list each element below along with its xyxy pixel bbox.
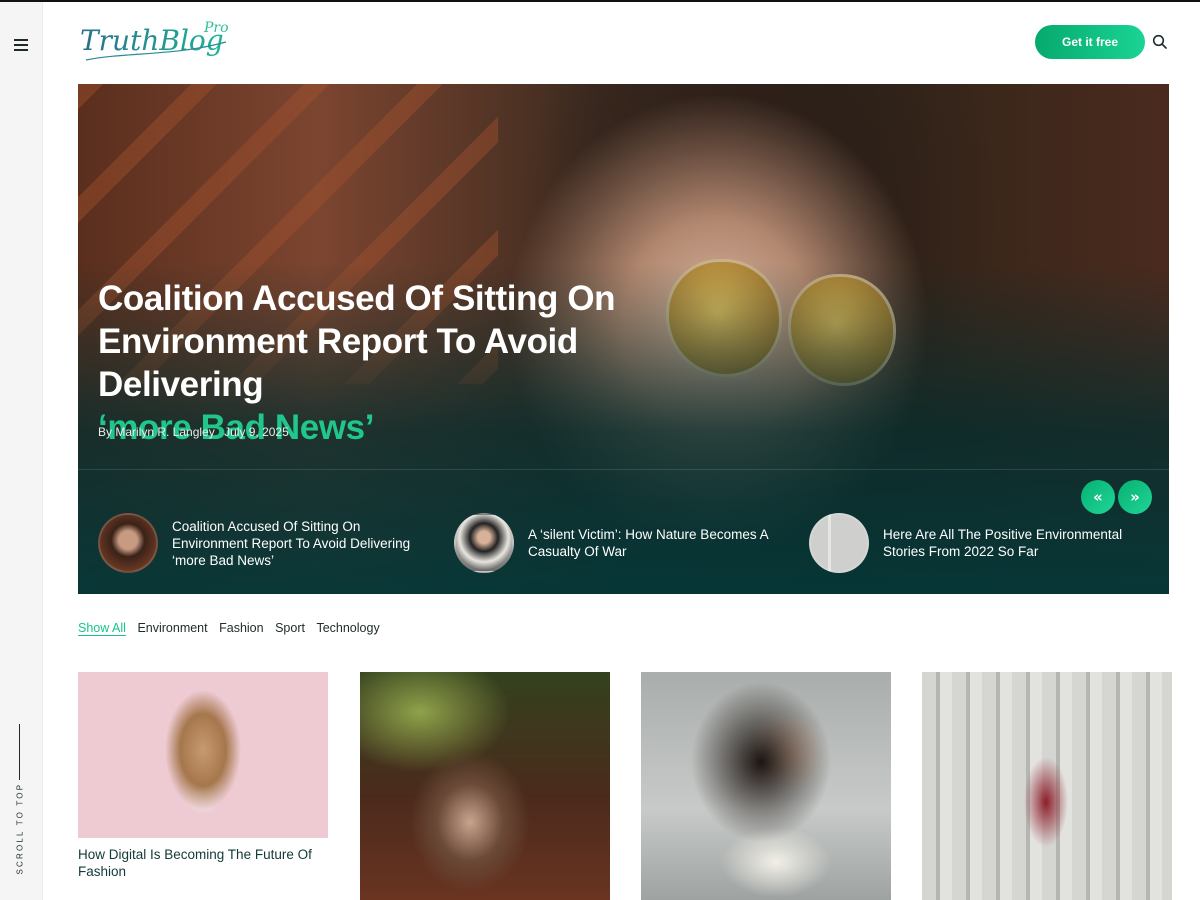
slider-thumb[interactable]: A ‘silent Victim’: How Nature Becomes A … bbox=[454, 512, 794, 574]
filter-show-all[interactable]: Show All bbox=[78, 621, 126, 635]
filter-sport[interactable]: Sport bbox=[275, 621, 305, 635]
slider-prev-button[interactable]: « bbox=[1081, 480, 1115, 514]
hero-author[interactable]: By Marilyn R. Langley bbox=[98, 425, 215, 439]
slider-thumb[interactable]: Coalition Accused Of Sitting On Environm… bbox=[98, 512, 438, 574]
slider-thumbnails: Coalition Accused Of Sitting On Environm… bbox=[98, 512, 1158, 576]
post-card-image bbox=[360, 672, 610, 900]
search-icon[interactable] bbox=[1152, 34, 1168, 50]
get-it-free-button[interactable]: Get it free bbox=[1035, 25, 1145, 59]
site-logo[interactable]: TruthBlog Pro bbox=[76, 12, 244, 70]
thumb-image bbox=[98, 513, 158, 573]
filter-environment[interactable]: Environment bbox=[137, 621, 207, 635]
scroll-to-top-button[interactable]: SCROLL TO TOP bbox=[8, 724, 32, 894]
hero-title-main: Coalition Accused Of Sitting On Environm… bbox=[98, 279, 616, 404]
logo-text: TruthBlog bbox=[80, 24, 224, 57]
thumb-image bbox=[454, 513, 514, 573]
hero-divider bbox=[78, 469, 1169, 470]
thumb-title: Coalition Accused Of Sitting On Environm… bbox=[172, 518, 411, 568]
category-filter: Show All Environment Fashion Sport Techn… bbox=[78, 621, 388, 639]
post-card-title[interactable]: How Digital Is Becoming The Future Of Fa… bbox=[78, 846, 328, 880]
thumb-image bbox=[809, 513, 869, 573]
filter-fashion[interactable]: Fashion bbox=[219, 621, 263, 635]
hero-title[interactable]: Coalition Accused Of Sitting On Environm… bbox=[98, 277, 738, 449]
post-card-image bbox=[641, 672, 891, 900]
slider-next-button[interactable]: » bbox=[1118, 480, 1152, 514]
hero-slider[interactable]: Coalition Accused Of Sitting On Environm… bbox=[78, 84, 1169, 594]
scroll-to-top-label: SCROLL TO TOP bbox=[15, 782, 25, 875]
post-card-image bbox=[78, 672, 328, 838]
slider-thumb[interactable]: Here Are All The Positive Environmental … bbox=[809, 512, 1149, 574]
hero-meta: By Marilyn R. Langley July 9, 2025 bbox=[98, 425, 295, 439]
top-border bbox=[0, 0, 1200, 2]
post-card[interactable] bbox=[922, 672, 1172, 900]
post-card[interactable]: How Digital Is Becoming The Future Of Fa… bbox=[78, 672, 328, 900]
post-card-image bbox=[922, 672, 1172, 900]
filter-technology[interactable]: Technology bbox=[316, 621, 379, 635]
thumb-title: Here Are All The Positive Environmental … bbox=[883, 527, 1123, 559]
post-card[interactable] bbox=[360, 672, 610, 900]
logo-badge: Pro bbox=[203, 20, 229, 36]
hero-date: July 9, 2025 bbox=[224, 425, 289, 439]
menu-icon[interactable] bbox=[14, 39, 28, 51]
side-panel: SCROLL TO TOP bbox=[0, 2, 43, 900]
scroll-line bbox=[19, 724, 20, 780]
thumb-title: A ‘silent Victim’: How Nature Becomes A … bbox=[528, 527, 768, 559]
post-card[interactable] bbox=[641, 672, 891, 900]
